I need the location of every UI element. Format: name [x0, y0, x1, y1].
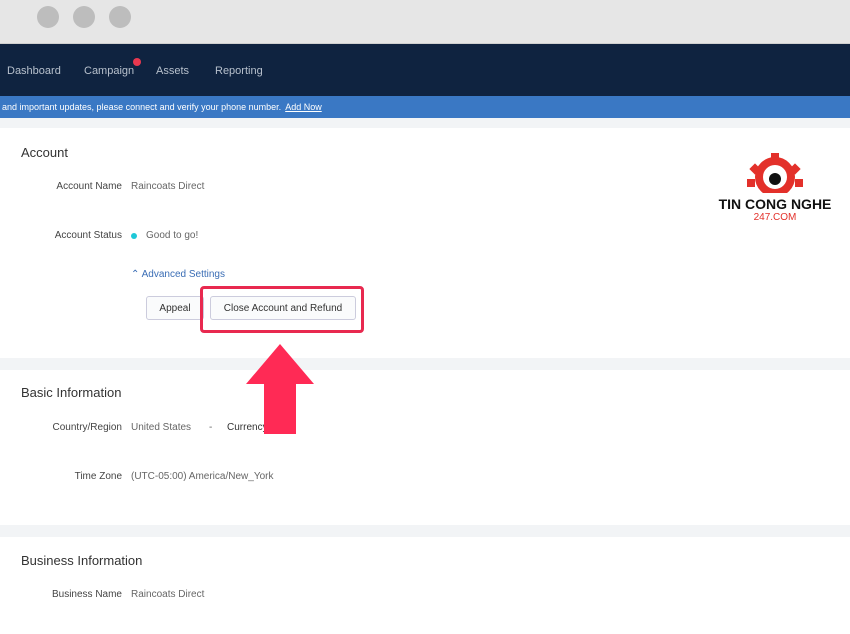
separator: -: [209, 422, 213, 433]
nav-reporting[interactable]: Reporting: [215, 65, 263, 77]
account-status-value: Good to go!: [146, 230, 199, 241]
status-dot-icon: [131, 233, 137, 239]
chevron-up-icon: ⌃: [131, 269, 142, 280]
logo-line1: TIN CONG NGHE: [718, 196, 832, 212]
window-titlebar: [0, 0, 850, 44]
country-value: United States: [131, 422, 192, 433]
business-name-value: Raincoats Direct: [131, 589, 205, 600]
business-name-label: Business Name: [51, 589, 122, 600]
window-maximize-button[interactable]: [109, 6, 131, 28]
account-name-value: Raincoats Direct: [131, 181, 205, 192]
banner-text: and important updates, please connect an…: [2, 102, 282, 112]
appeal-button[interactable]: Appeal: [146, 296, 204, 320]
add-now-link[interactable]: Add Now: [285, 102, 322, 112]
timezone-label: Time Zone: [74, 471, 122, 482]
advanced-settings-label: Advanced Settings: [141, 269, 225, 280]
phone-verify-banner: and important updates, please connect an…: [0, 96, 850, 118]
gear-logo-icon: [747, 153, 803, 197]
window-minimize-button[interactable]: [73, 6, 95, 28]
section-title: Account: [21, 145, 68, 160]
section-title: Basic Information: [21, 385, 122, 400]
timezone-value: (UTC-05:00) America/New_York: [131, 471, 274, 482]
business-info-section: Business Information Business Name Rainc…: [0, 537, 850, 634]
nav-dashboard[interactable]: Dashboard: [7, 65, 61, 77]
account-status-label: Account Status: [54, 230, 122, 241]
window-close-button[interactable]: [37, 6, 59, 28]
watermark-logo: TIN CONG NGHE 247.COM: [705, 153, 845, 223]
top-nav: Dashboard Campaign Assets Reporting: [0, 44, 850, 96]
nav-assets[interactable]: Assets: [156, 65, 189, 77]
notification-badge: [133, 58, 141, 66]
country-label: Country/Region: [52, 422, 122, 433]
highlight-box: [200, 286, 364, 333]
account-name-label: Account Name: [56, 181, 122, 192]
nav-campaign[interactable]: Campaign: [84, 65, 134, 77]
basic-info-section: Basic Information Country/Region United …: [0, 370, 850, 525]
advanced-settings-toggle[interactable]: ⌃ Advanced Settings: [131, 269, 225, 280]
logo-line2: 247.COM: [753, 212, 797, 223]
arrow-up-annotation-icon: [246, 344, 314, 434]
section-title: Business Information: [21, 553, 143, 568]
